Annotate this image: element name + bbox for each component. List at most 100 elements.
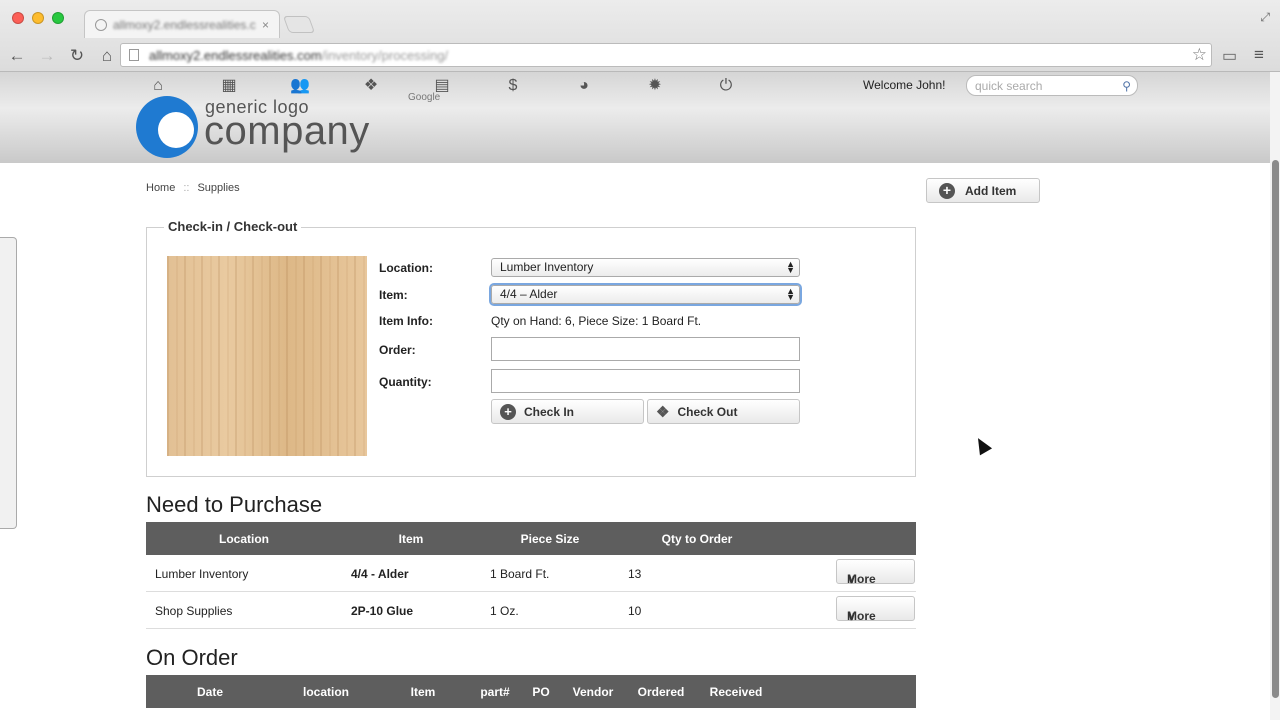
window-controls [12, 12, 64, 24]
col-location[interactable]: Location [219, 532, 269, 546]
dollar-icon[interactable]: $ [503, 76, 523, 96]
breadcrumb: Home :: Supplies [146, 182, 240, 194]
search-placeholder: quick search [975, 78, 1043, 93]
back-icon[interactable]: ← [4, 46, 30, 66]
item-value: 4/4 – Alder [500, 287, 558, 301]
breadcrumb-home[interactable]: Home [146, 182, 175, 194]
cast-icon[interactable]: ▭ [1222, 46, 1237, 66]
add-item-label: Add Item [965, 183, 1017, 198]
bookmark-star-icon[interactable]: ☆ [1192, 45, 1207, 65]
grid-icon[interactable]: ▦ [219, 76, 239, 96]
breadcrumb-separator: :: [183, 182, 190, 194]
add-item-button[interactable]: + Add Item [926, 178, 1040, 203]
browser-menu-icon[interactable]: ≡ [1254, 45, 1264, 65]
row-piece-size: 1 Board Ft. [490, 567, 550, 581]
power-icon[interactable]: ⏻ [716, 76, 736, 96]
checkin-legend: Check-in / Check-out [164, 219, 302, 234]
item-image [167, 256, 367, 456]
location-label: Location: [379, 261, 433, 275]
row-piece-size: 1 Oz. [490, 604, 519, 618]
site-header: ⌂ ▦ 👥 ❖ ▤ $ ◕ ✹ ⏻ Welcome John! quick se… [0, 72, 1270, 163]
on-order-heading: On Order [146, 645, 238, 670]
check-in-button[interactable]: + Check In [491, 399, 644, 424]
more-label: More [847, 572, 876, 586]
google-text: Google [408, 92, 441, 103]
browser-chrome: allmoxy2.endlessrealities.com × ⤢ ← → ↻ … [0, 0, 1280, 72]
select-arrows-icon: ▲ ▼ [786, 286, 795, 302]
tab-close-icon[interactable]: × [262, 18, 269, 32]
more-button[interactable]: ∨ More [836, 596, 915, 623]
logo-name: company [204, 109, 370, 153]
home-browser-icon[interactable]: ⌂ [94, 46, 120, 66]
location-select[interactable]: Lumber Inventory ▲ ▼ [491, 258, 800, 277]
favicon-icon [95, 18, 107, 31]
search-icon[interactable]: ⚲ [1122, 79, 1131, 93]
url-path: /inventory/processing/ [321, 47, 449, 63]
col-received[interactable]: Received [710, 685, 763, 699]
dropbox-icon: ❖ [656, 403, 670, 421]
check-in-label: Check In [524, 404, 575, 419]
breadcrumb-current[interactable]: Supplies [197, 182, 239, 194]
plus-icon: + [500, 403, 516, 420]
on-order-table-header: Date location Item part# PO Vendor Order… [146, 675, 916, 708]
row-item: 2P-10 Glue [351, 604, 414, 618]
item-info-label: Item Info: [379, 314, 433, 328]
logo-mark [136, 96, 198, 158]
row-item: 4/4 - Alder [351, 567, 409, 581]
col-qty-to-order[interactable]: Qty to Order [662, 532, 733, 546]
browser-toolbar: ← → ↻ ⌂ allmoxy2.endlessrealities.com /i… [0, 40, 1280, 72]
col-item[interactable]: Item [411, 685, 436, 699]
order-field[interactable] [491, 337, 800, 361]
col-ordered[interactable]: Ordered [638, 685, 685, 699]
url-host: allmoxy2.endlessrealities.com [149, 47, 322, 63]
quantity-label: Quantity: [379, 375, 432, 389]
page-icon [129, 49, 139, 61]
col-po[interactable]: PO [532, 685, 549, 699]
scrollbar-thumb[interactable] [1272, 160, 1279, 698]
row-qty: 10 [628, 604, 642, 618]
home-icon[interactable]: ⌂ [148, 76, 168, 96]
dropbox-icon[interactable]: ❖ [361, 76, 381, 96]
item-info-value: Qty on Hand: 6, Piece Size: 1 Board Ft. [491, 314, 702, 328]
col-location[interactable]: location [303, 685, 349, 699]
new-tab-button[interactable] [282, 16, 316, 33]
reload-icon[interactable]: ↻ [64, 46, 90, 66]
zoom-window-button[interactable] [52, 12, 64, 24]
users-icon[interactable]: 👥 [290, 76, 310, 96]
more-button[interactable]: ∨ More [836, 559, 915, 586]
col-piece-size[interactable]: Piece Size [521, 532, 580, 546]
need-to-purchase-heading: Need to Purchase [146, 492, 323, 517]
row-location: Lumber Inventory [155, 567, 249, 581]
main-nav: ⌂ ▦ 👥 ❖ ▤ $ ◕ ✹ ⏻ Welcome John! quick se… [0, 72, 1270, 100]
check-out-label: Check Out [677, 404, 738, 419]
col-date[interactable]: Date [197, 685, 223, 699]
order-label: Order: [379, 343, 416, 357]
table-row: Shop Supplies 2P-10 Glue 1 Oz. 10 ∨ More [146, 592, 916, 629]
forward-icon[interactable]: → [34, 46, 60, 66]
col-item[interactable]: Item [399, 532, 424, 546]
pie-chart-icon[interactable]: ◕ [574, 76, 594, 96]
tab-title: allmoxy2.endlessrealities.com [113, 17, 256, 32]
purchase-table-header: Location Item Piece Size Qty to Order [146, 522, 916, 555]
minimize-window-button[interactable] [32, 12, 44, 24]
check-out-button[interactable]: ❖ Check Out [647, 399, 800, 424]
row-location: Shop Supplies [155, 604, 233, 618]
select-arrows-icon: ▲ ▼ [786, 259, 795, 275]
mouse-cursor [971, 434, 993, 456]
col-part-number[interactable]: part# [480, 685, 509, 699]
more-label: More [847, 609, 876, 623]
col-vendor[interactable]: Vendor [573, 685, 614, 699]
quick-search-input[interactable]: quick search ⚲ [966, 75, 1138, 96]
item-select[interactable]: 4/4 – Alder ▲ ▼ [491, 285, 800, 304]
browser-tab[interactable]: allmoxy2.endlessrealities.com × [84, 10, 280, 38]
quantity-field[interactable] [491, 369, 800, 393]
fullscreen-icon[interactable]: ⤢ [1260, 10, 1270, 25]
location-value: Lumber Inventory [500, 260, 594, 274]
welcome-text: Welcome John! [863, 78, 946, 92]
address-bar[interactable]: allmoxy2.endlessrealities.com /inventory… [120, 43, 1212, 67]
side-panel-tab[interactable] [0, 237, 17, 529]
gear-icon[interactable]: ✹ [645, 76, 665, 96]
row-qty: 13 [628, 567, 642, 581]
page-scrollbar[interactable] [1270, 72, 1280, 720]
close-window-button[interactable] [12, 12, 24, 24]
